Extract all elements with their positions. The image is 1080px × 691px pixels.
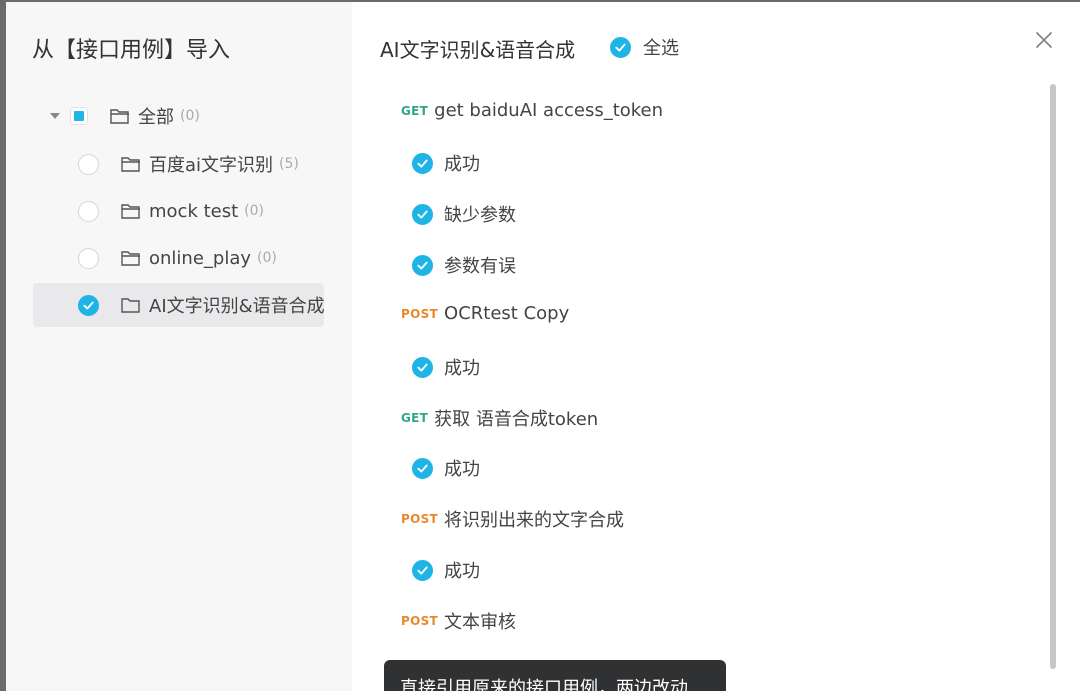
source-tree-panel: 从【接口用例】导入 全部 (0) 百度ai文字识别 (5) mock test … <box>6 2 352 691</box>
select-all-label: 全选 <box>643 38 679 59</box>
tree-item-ai-ocr-tts[interactable]: AI文字识别&语音合成 <box>33 283 324 327</box>
tree-item-mock-test[interactable]: mock test (0) <box>78 189 340 233</box>
tree-item-label: mock test <box>149 200 239 222</box>
case-label: 成功 <box>444 561 480 582</box>
folder-icon <box>121 157 140 172</box>
case-checkbox[interactable] <box>412 356 433 378</box>
case-item[interactable]: 成功 <box>412 150 480 176</box>
tree-item-label: 百度ai文字识别 <box>149 155 274 176</box>
tree-checkbox[interactable] <box>78 247 99 269</box>
folder-icon <box>110 109 129 124</box>
case-label: 缺少参数 <box>444 205 516 226</box>
case-checkbox[interactable] <box>412 203 433 225</box>
method-badge-post: POST <box>401 512 439 526</box>
api-item: GET 获取 语音合成token <box>401 405 598 431</box>
method-badge-post: POST <box>401 614 439 628</box>
tree-item-label: AI文字识别&语音合成 <box>149 296 324 317</box>
method-badge-post: POST <box>401 306 439 321</box>
check-icon <box>417 464 428 472</box>
tree-item-count: (0) <box>257 250 277 266</box>
select-all-checkbox[interactable] <box>610 36 631 58</box>
api-name: 获取 语音合成token <box>434 409 599 430</box>
close-icon[interactable] <box>1032 28 1056 52</box>
check-icon <box>417 363 428 371</box>
case-checkbox[interactable] <box>412 559 433 581</box>
check-icon <box>615 43 626 51</box>
tree-item-count: (5) <box>279 156 299 172</box>
case-item[interactable]: 参数有误 <box>412 252 516 278</box>
case-item[interactable]: 成功 <box>412 455 480 481</box>
caret-down-icon[interactable] <box>50 113 60 119</box>
tree-item-online-play[interactable]: online_play (0) <box>78 236 340 280</box>
api-item: POST OCRtest Copy <box>401 303 569 324</box>
check-icon <box>417 210 428 218</box>
case-checkbox[interactable] <box>412 254 433 276</box>
tree-item-count: (0) <box>244 203 264 219</box>
api-item: GET get baiduAI access_token <box>401 100 663 121</box>
tree-item-baidu-ocr[interactable]: 百度ai文字识别 (5) <box>78 142 340 186</box>
case-label: 成功 <box>444 358 480 379</box>
api-name: get baiduAI access_token <box>434 100 664 121</box>
check-icon <box>417 159 428 167</box>
folder-icon <box>121 204 140 219</box>
tree-checkbox-checked[interactable] <box>78 294 99 316</box>
case-checkbox[interactable] <box>412 152 433 174</box>
check-icon <box>417 566 428 574</box>
api-name: 将识别出来的文字合成 <box>444 510 625 531</box>
tree-item-label: 全部 <box>138 107 174 128</box>
case-item[interactable]: 成功 <box>412 354 480 380</box>
case-label: 参数有误 <box>444 256 516 277</box>
collection-title: AI文字识别&语音合成 <box>380 38 576 62</box>
api-name: 文本审核 <box>444 612 517 633</box>
scrollbar[interactable] <box>1050 84 1056 669</box>
method-badge-get: GET <box>401 411 429 425</box>
tree-item-label: online_play <box>149 247 252 269</box>
api-item: POST 文本审核 <box>401 608 516 634</box>
case-item[interactable]: 成功 <box>412 557 480 583</box>
api-item: POST 将识别出来的文字合成 <box>401 506 624 532</box>
tree-checkbox[interactable] <box>78 153 99 175</box>
dialog-title: 从【接口用例】导入 <box>32 38 231 63</box>
api-name: OCRtest Copy <box>444 303 570 324</box>
method-badge-get: GET <box>401 103 429 118</box>
tree-item-all[interactable]: 全部 (0) <box>50 94 340 138</box>
folder-icon <box>121 298 140 313</box>
case-item[interactable]: 缺少参数 <box>412 201 516 227</box>
tree-checkbox[interactable] <box>78 200 99 222</box>
tree-item-count: (0) <box>180 108 200 124</box>
tree-checkbox-all[interactable] <box>70 107 88 125</box>
case-select-panel: AI文字识别&语音合成 全选 GET get baiduAI access_to… <box>352 2 1080 691</box>
case-label: 成功 <box>444 154 480 175</box>
check-icon <box>417 261 428 269</box>
case-label: 成功 <box>444 459 480 480</box>
select-all[interactable]: 全选 <box>610 34 679 60</box>
check-icon <box>83 301 94 309</box>
case-checkbox[interactable] <box>412 457 433 479</box>
tooltip: 直接引用原来的接口用例，两边改动 <box>384 660 726 691</box>
folder-icon <box>121 251 140 266</box>
import-dialog: 从【接口用例】导入 全部 (0) 百度ai文字识别 (5) mock test … <box>6 2 1080 691</box>
